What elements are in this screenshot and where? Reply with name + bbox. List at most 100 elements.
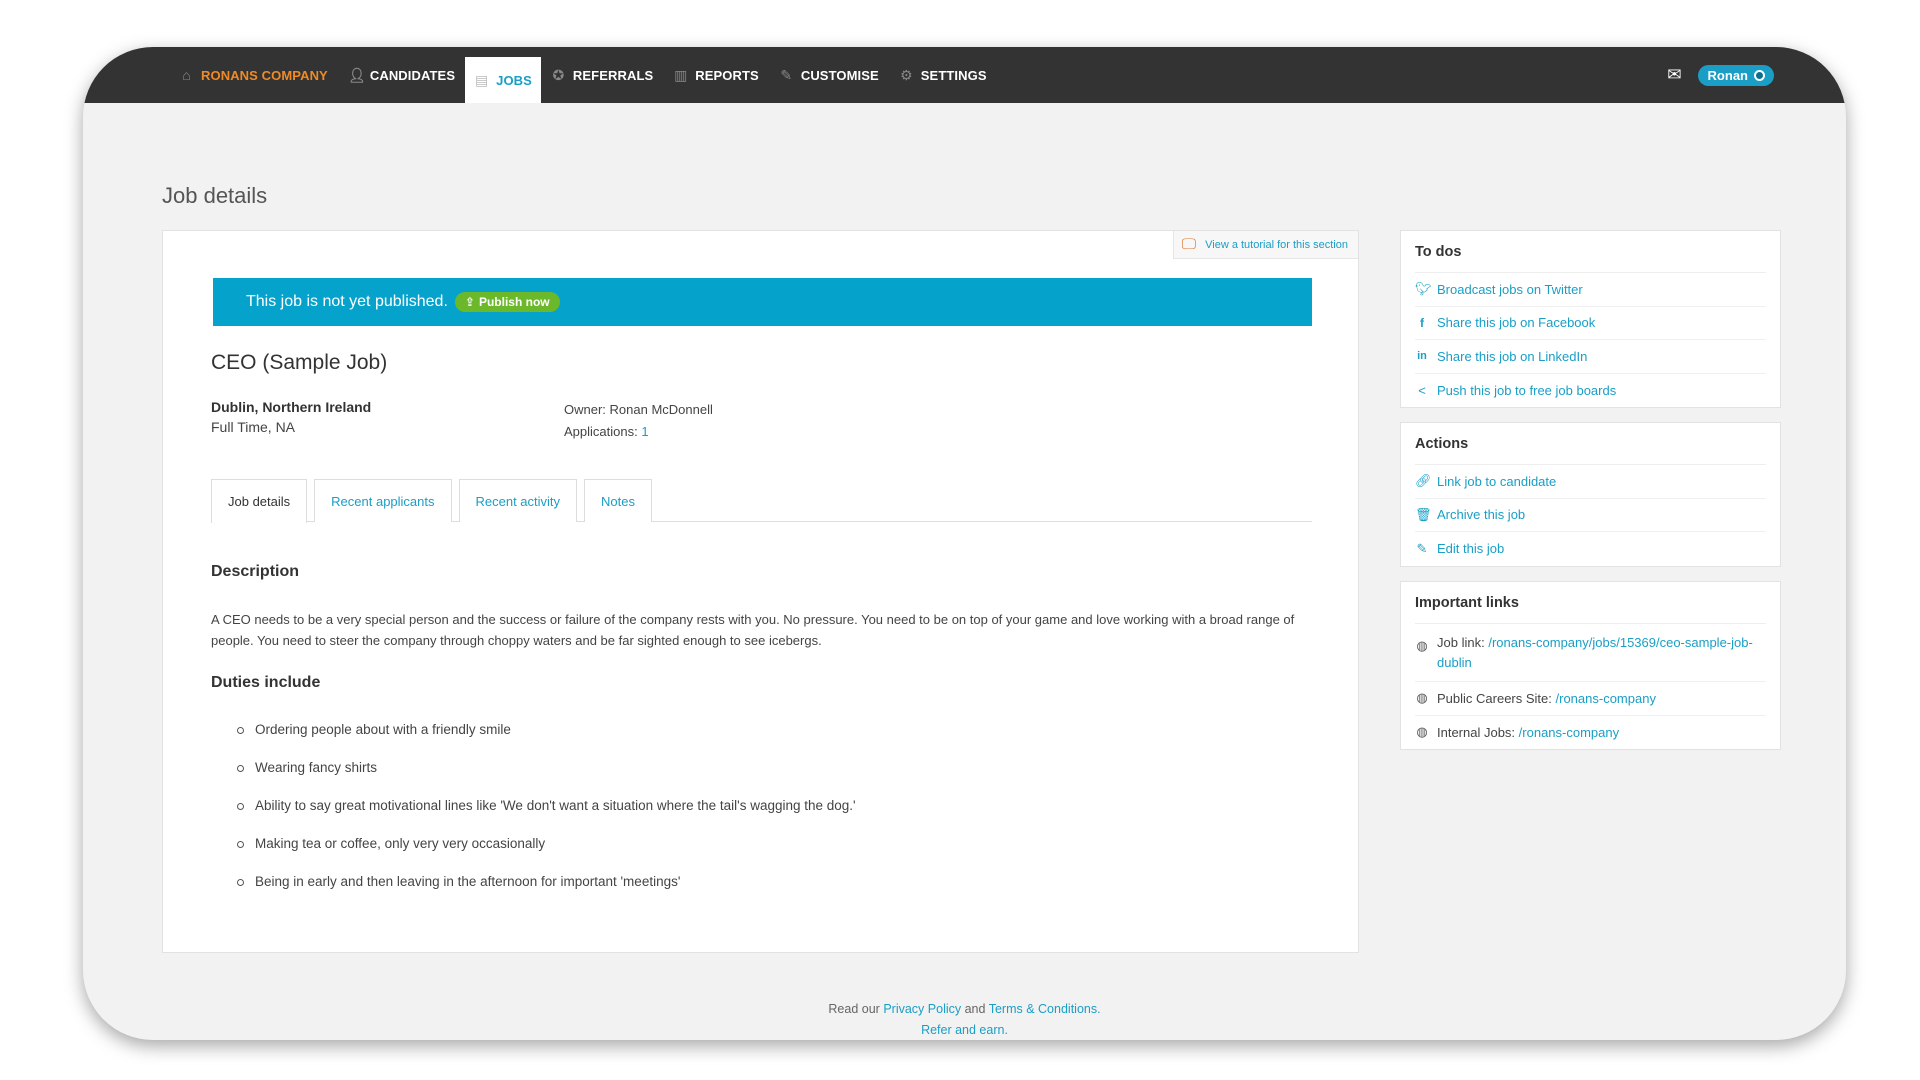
job-link-label: Job link: [1437,635,1485,650]
tab-notes[interactable]: Notes [584,479,653,522]
internal-jobs-label: Internal Jobs: [1437,724,1516,740]
list-item: Making tea or coffee, only very very occ… [237,836,856,874]
duty-text: Ability to say great motivational lines … [255,798,856,813]
actions-panel: Actions 🔗︎ Link job to candidate 🗑︎ Arch… [1400,422,1781,567]
footer-prefix: Read our [828,1002,880,1016]
nav-item-settings[interactable]: ⚙ SETTINGS [889,47,997,103]
nav-label: CUSTOMISE [800,67,879,83]
nav-item-jobs[interactable]: ▤ JOBS [465,57,541,103]
nav-label: REFERRALS [572,67,654,83]
tab-job-details[interactable]: Job details [211,479,308,523]
duties-heading: Duties include [211,674,321,691]
upload-icon: ⇪ [464,295,475,309]
job-link-url[interactable]: /ronans-company/jobs/15369/ceo-sample-jo… [1437,635,1753,670]
refer-and-earn-link[interactable]: Refer and earn. [921,1023,1008,1037]
duties-list: Ordering people about with a friendly sm… [237,722,856,912]
todo-label: Share this job on Facebook [1437,315,1596,331]
careers-site-label: Public Careers Site: [1437,690,1552,706]
applications-count-link[interactable]: 1 [641,424,648,439]
link-job-to-candidate-button[interactable]: 🔗︎ Link job to candidate [1415,465,1766,499]
linkedin-icon: in [1417,350,1427,363]
edit-job-button[interactable]: ✎ Edit this job [1415,532,1766,566]
careers-site-url[interactable]: /ronans-company [1556,691,1656,706]
nav-label: CANDIDATES [369,67,456,83]
todo-facebook-link[interactable]: f Share this job on Facebook [1415,307,1766,340]
tutorial-label: View a tutorial for this section [1205,238,1348,251]
nav-item-candidates[interactable]: 👤︎ CANDIDATES [338,47,465,103]
globe-icon: ◍ [1416,638,1428,653]
list-item: Wearing fancy shirts [237,760,856,798]
important-links-panel: Important links ◍ Job link: /ronans-comp… [1400,581,1781,750]
todos-panel: To dos 🐦︎ Broadcast jobs on Twitter f Sh… [1400,230,1781,408]
action-label: Link job to candidate [1437,473,1557,489]
links-heading: Important links [1415,582,1766,624]
tutorial-link[interactable]: 🖵︎ View a tutorial for this section [1172,231,1358,259]
actions-heading: Actions [1415,423,1766,465]
unpublished-banner: This job is not yet published. ⇪ Publish… [213,278,1312,326]
user-icon: 👤︎ [347,66,366,83]
description-heading: Description [211,563,300,580]
document-icon: ▤ [474,71,489,88]
nav-item-company[interactable]: ⌂ RONANS COMPANY [169,47,338,103]
list-item: Ability to say great motivational lines … [237,798,856,836]
archive-job-button[interactable]: 🗑︎ Archive this job [1415,499,1766,532]
job-link-text: Job link: /ronans-company/jobs/15369/ceo… [1437,633,1766,673]
job-location: Dublin, Northern Ireland [211,399,372,415]
mail-icon[interactable]: ✉ [1667,65,1681,85]
nav-item-referrals[interactable]: ✪ REFERRALS [541,47,663,103]
todo-linkedin-link[interactable]: in Share this job on LinkedIn [1415,340,1766,374]
trash-icon: 🗑︎ [1415,506,1432,522]
job-link-row: ◍ Job link: /ronans-company/jobs/15369/c… [1415,624,1766,682]
badge-icon: ✪ [552,66,565,83]
internal-jobs-url[interactable]: /ronans-company [1519,725,1619,740]
nav-right: ✉ Ronan [1667,47,1774,103]
description-text: A CEO needs to be a very special person … [211,612,1295,648]
nav-label: SETTINGS [920,67,987,83]
job-tabs: Job details Recent applicants Recent act… [211,479,1312,523]
publish-label: Publish now [478,295,550,309]
share-icon: < [1418,382,1426,398]
todo-label: Share this job on LinkedIn [1437,348,1588,364]
user-status-icon [1754,69,1765,81]
bullet-icon [237,727,244,734]
footer-legal: Read our Privacy Policy and Terms & Cond… [83,999,1846,1020]
duty-text: Being in early and then leaving in the a… [255,874,681,889]
privacy-policy-link[interactable]: Privacy Policy [883,1002,961,1016]
twitter-icon: 🐦︎ [1415,281,1432,297]
duty-text: Wearing fancy shirts [255,760,378,775]
todo-twitter-link[interactable]: 🐦︎ Broadcast jobs on Twitter [1415,273,1766,307]
tab-recent-applicants[interactable]: Recent applicants [314,479,452,522]
list-item: Ordering people about with a friendly sm… [237,722,856,760]
tab-recent-activity[interactable]: Recent activity [458,479,578,522]
bullet-icon [237,765,244,772]
job-meta-block: Owner: Ronan McDonnell Applications: 1 [564,399,713,443]
nav-item-reports[interactable]: ▥ REPORTS [663,47,769,103]
user-menu-button[interactable]: Ronan [1697,64,1774,86]
user-name: Ronan [1707,67,1748,83]
applications-label: Applications: [564,424,638,439]
globe-icon: ◍ [1416,724,1428,740]
job-details-card: 🖵︎ View a tutorial for this section This… [162,230,1359,953]
internal-jobs-row: ◍ Internal Jobs: /ronans-company [1415,716,1766,750]
bullet-icon [237,803,244,810]
nav-item-customise[interactable]: ✎ CUSTOMISE [769,47,889,103]
duty-text: Ordering people about with a friendly sm… [255,722,511,737]
nav-label: RONANS COMPANY [201,67,328,83]
job-type: Full Time, NA [211,419,296,435]
app-window: ⌂ RONANS COMPANY 👤︎ CANDIDATES ▤ JOBS ✪ … [83,47,1846,1040]
footer: Read our Privacy Policy and Terms & Cond… [83,999,1846,1040]
todo-label: Push this job to free job boards [1437,382,1617,398]
nav-list: ⌂ RONANS COMPANY 👤︎ CANDIDATES ▤ JOBS ✪ … [169,47,997,103]
bullet-icon [237,841,244,848]
monitor-icon: 🖵︎ [1181,236,1197,253]
publish-now-button[interactable]: ⇪ Publish now [454,292,560,312]
careers-site-row: ◍ Public Careers Site: /ronans-company [1415,682,1766,716]
footer-refer: Refer and earn. [83,1020,1846,1040]
top-navigation: ⌂ RONANS COMPANY 👤︎ CANDIDATES ▤ JOBS ✪ … [83,47,1846,103]
terms-link[interactable]: Terms & Conditions. [989,1002,1101,1016]
todo-job-boards-link[interactable]: < Push this job to free job boards [1415,374,1766,408]
facebook-icon: f [1420,315,1424,330]
todos-heading: To dos [1415,231,1766,273]
action-label: Archive this job [1437,507,1526,523]
link-icon: 🔗︎ [1415,473,1432,489]
